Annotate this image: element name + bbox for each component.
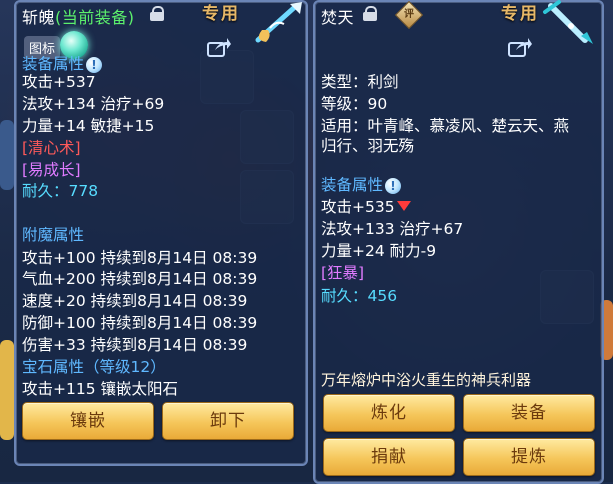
equipped-tag: (当前装备) — [55, 8, 135, 27]
info-icon[interactable]: ! — [385, 177, 402, 194]
stat-line: 攻击+537 — [22, 73, 96, 91]
special-tag: 专用 — [501, 4, 539, 24]
enchant-line: 攻击+100 持续到8月14日 08:39 — [22, 249, 258, 267]
equipped-item-tooltip: 斩魄(当前装备) 专用 图标 装备属性! 攻击+537 法攻+134 治疗+69… — [14, 0, 308, 466]
stats-section-title: 装备属性! — [22, 55, 103, 73]
level-line: 等级：90 — [321, 95, 388, 113]
extract-button[interactable]: 提炼 — [463, 438, 595, 476]
durability-text: 耐久：456 — [321, 287, 398, 305]
gem-line: 攻击+115 镶嵌太阳石 — [22, 380, 178, 398]
refine-button[interactable]: 炼化 — [323, 394, 455, 432]
decrease-arrow-icon — [396, 200, 411, 211]
suits-line: 适用：叶青峰、慕凌风、楚云天、燕 — [321, 117, 570, 135]
enchant-line: 防御+100 持续到8月14日 08:39 — [22, 314, 258, 332]
enchant-line: 速度+20 持续到8月14日 08:39 — [22, 292, 248, 310]
type-line: 类型：利剑 — [321, 73, 399, 91]
durability-text: 耐久：778 — [22, 182, 99, 200]
edge-item — [0, 120, 14, 190]
skill-line: [易成长] — [22, 161, 81, 179]
item-compare-tooltip: 焚天 评 专用 类型：利剑 等级：90 适用：叶青峰、慕凌风、楚云天、燕 归行、… — [313, 0, 604, 484]
equip-button[interactable]: 装备 — [463, 394, 595, 432]
edge-item — [0, 340, 14, 440]
item-name: 斩魄(当前装备) — [22, 8, 135, 27]
enchant-section-title: 附魔属性 — [22, 226, 85, 244]
donate-button[interactable]: 捐献 — [323, 438, 455, 476]
stat-line: 攻击+535 — [321, 198, 411, 216]
share-icon[interactable] — [207, 37, 231, 57]
sword-weapon-icon — [543, 0, 593, 44]
unequip-button[interactable]: 卸下 — [162, 402, 294, 440]
inlay-button[interactable]: 镶嵌 — [22, 402, 154, 440]
enchant-line: 伤害+33 持续到8月14日 08:39 — [22, 336, 248, 354]
enchant-line: 气血+200 持续到8月14日 08:39 — [22, 270, 258, 288]
lock-icon[interactable] — [363, 6, 377, 21]
share-icon[interactable] — [508, 37, 532, 57]
spear-weapon-icon — [255, 2, 302, 43]
stat-line: 法攻+133 治疗+67 — [321, 220, 464, 238]
item-name: 焚天 — [321, 8, 355, 27]
stat-line: 法攻+134 治疗+69 — [22, 95, 165, 113]
suits-line: 归行、羽无殇 — [321, 137, 415, 155]
item-description: 万年熔炉中浴火重生的神兵利器 — [321, 371, 532, 389]
stat-line: 力量+24 耐力-9 — [321, 242, 437, 260]
stats-section-title: 装备属性! — [321, 176, 402, 194]
rating-badge-icon: 评 — [394, 0, 424, 30]
info-icon[interactable]: ! — [86, 56, 103, 73]
skill-line: [清心术] — [22, 139, 81, 157]
stat-line: 力量+14 敏捷+15 — [22, 117, 155, 135]
lock-icon[interactable] — [150, 6, 164, 21]
skill-line: [狂暴] — [321, 264, 365, 282]
special-tag: 专用 — [202, 4, 240, 24]
gem-section-title: 宝石属性（等级12） — [22, 358, 166, 376]
